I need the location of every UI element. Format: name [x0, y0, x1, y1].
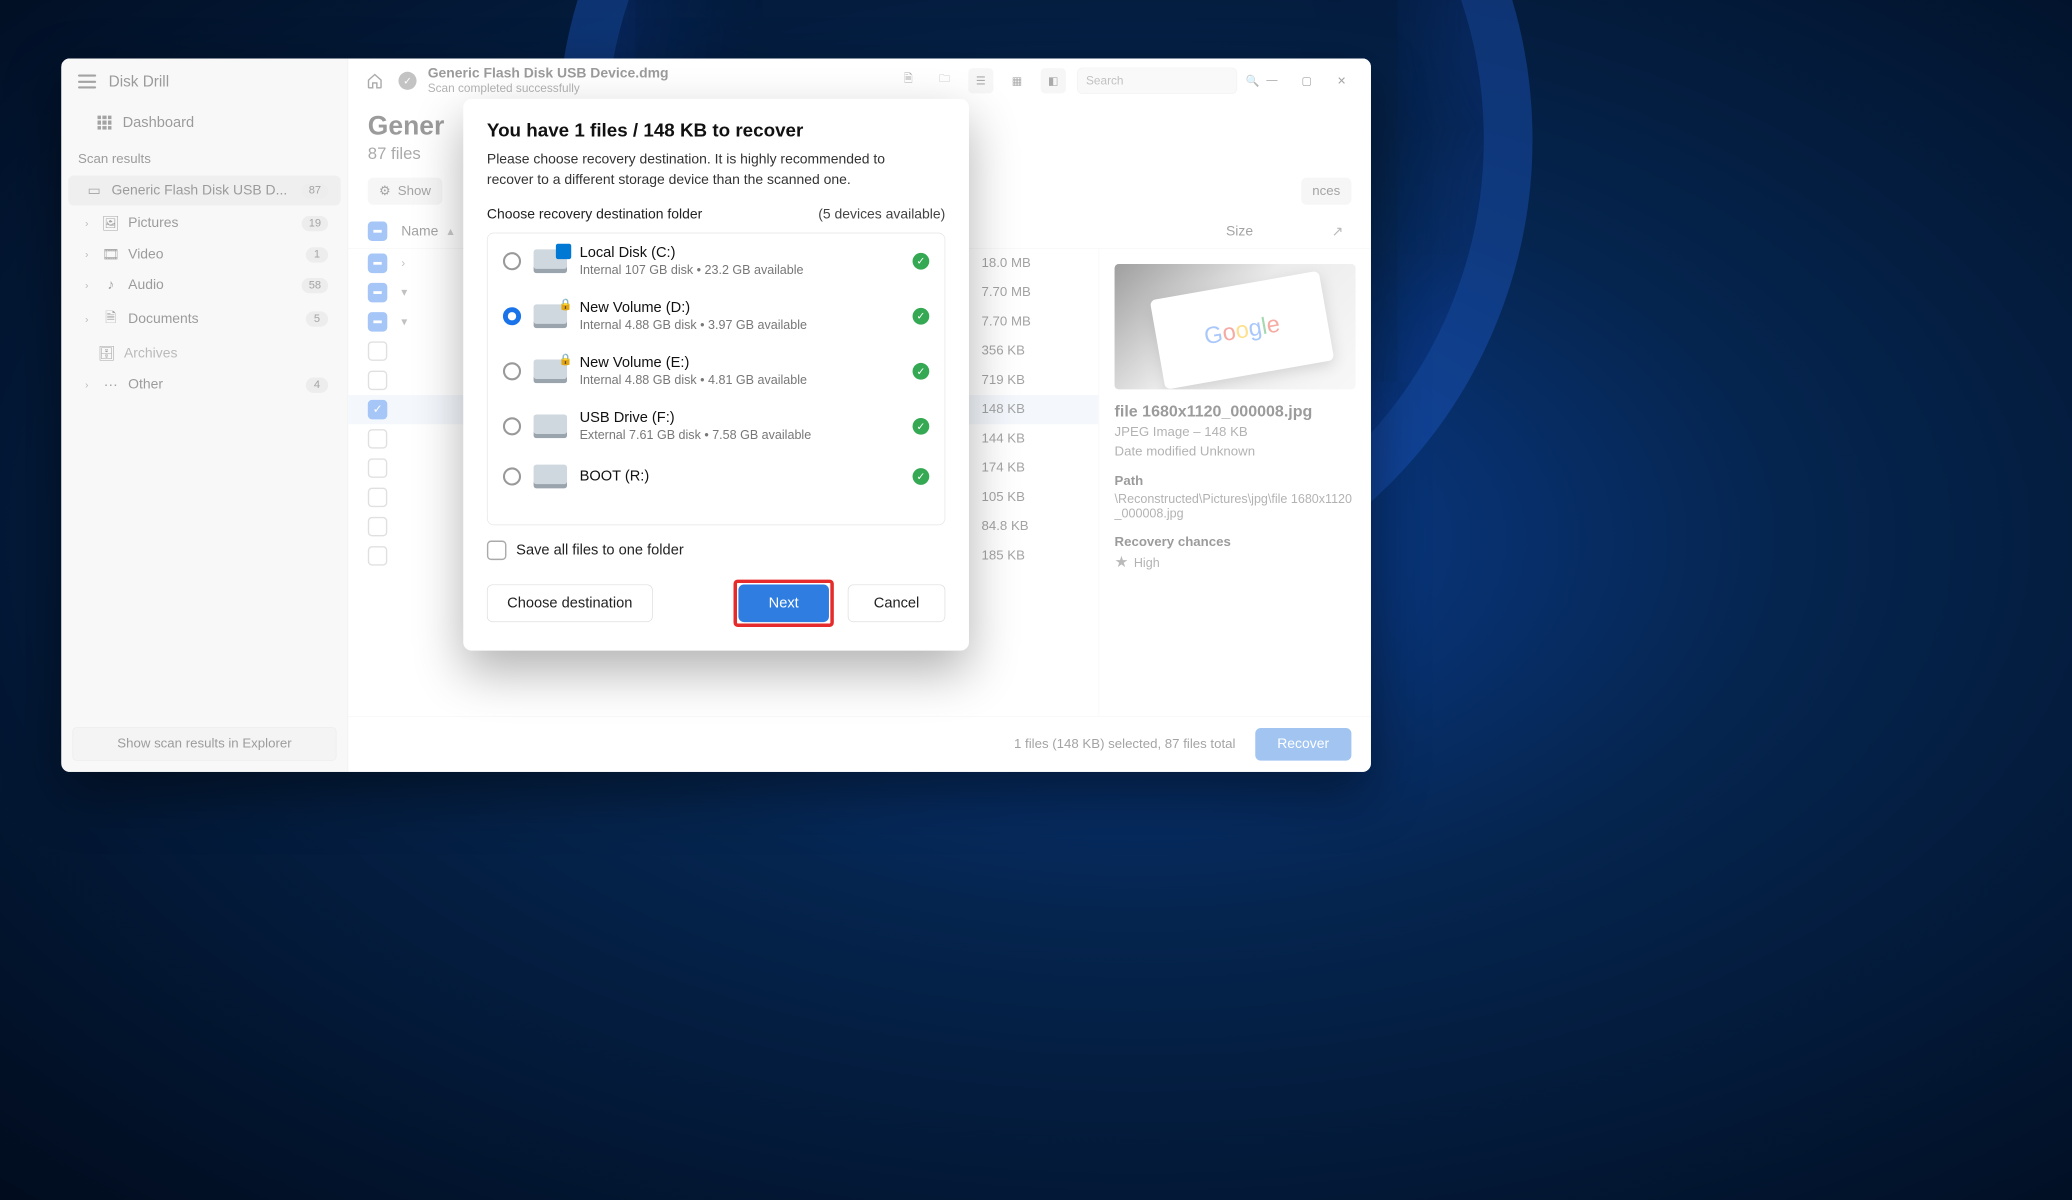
- destination-sub: Internal 4.88 GB disk • 3.97 GB availabl…: [580, 318, 900, 333]
- destination-item[interactable]: Local Disk (C:)Internal 107 GB disk • 23…: [488, 233, 945, 288]
- status-ok-icon: ✓: [913, 308, 930, 325]
- dest-available-label: (5 devices available): [818, 207, 945, 223]
- highlight-box: Next: [734, 580, 834, 627]
- destination-sub: Internal 4.88 GB disk • 4.81 GB availabl…: [580, 373, 900, 388]
- modal-description: Please choose recovery destination. It i…: [487, 150, 905, 190]
- app-window: Disk Drill Dashboard Scan results ▭ Gene…: [61, 59, 1371, 772]
- destination-name: New Volume (D:): [580, 300, 900, 317]
- radio-button[interactable]: [503, 467, 521, 485]
- radio-button[interactable]: [503, 362, 521, 380]
- next-button[interactable]: Next: [738, 584, 829, 622]
- status-ok-icon: ✓: [913, 253, 930, 270]
- destination-list: Local Disk (C:)Internal 107 GB disk • 23…: [487, 233, 945, 526]
- destination-item[interactable]: New Volume (E:)Internal 4.88 GB disk • 4…: [488, 343, 945, 398]
- drive-icon: [534, 414, 567, 438]
- drive-icon: [534, 249, 567, 273]
- radio-button[interactable]: [503, 417, 521, 435]
- radio-button[interactable]: [503, 307, 521, 325]
- status-ok-icon: ✓: [913, 468, 930, 485]
- drive-icon: [534, 359, 567, 383]
- cancel-button[interactable]: Cancel: [848, 584, 946, 622]
- save-all-checkbox[interactable]: [487, 541, 507, 561]
- destination-sub: Internal 107 GB disk • 23.2 GB available: [580, 263, 900, 278]
- destination-name: New Volume (E:): [580, 355, 900, 372]
- radio-button[interactable]: [503, 252, 521, 270]
- recovery-modal: You have 1 files / 148 KB to recover Ple…: [463, 99, 969, 651]
- choose-destination-button[interactable]: Choose destination: [487, 584, 653, 622]
- status-ok-icon: ✓: [913, 363, 930, 380]
- status-ok-icon: ✓: [913, 418, 930, 435]
- destination-item[interactable]: USB Drive (F:)External 7.61 GB disk • 7.…: [488, 398, 945, 453]
- modal-title: You have 1 files / 148 KB to recover: [487, 120, 945, 142]
- destination-sub: External 7.61 GB disk • 7.58 GB availabl…: [580, 428, 900, 443]
- drive-icon: [534, 304, 567, 328]
- destination-name: BOOT (R:): [580, 468, 900, 485]
- drive-icon: [534, 465, 567, 489]
- destination-name: Local Disk (C:): [580, 245, 900, 262]
- destination-item[interactable]: BOOT (R:) ✓: [488, 453, 945, 499]
- destination-item[interactable]: New Volume (D:)Internal 4.88 GB disk • 3…: [488, 288, 945, 343]
- save-all-option[interactable]: Save all files to one folder: [487, 541, 945, 561]
- modal-overlay: You have 1 files / 148 KB to recover Ple…: [61, 59, 1371, 772]
- destination-name: USB Drive (F:): [580, 410, 900, 427]
- dest-header-label: Choose recovery destination folder: [487, 207, 702, 223]
